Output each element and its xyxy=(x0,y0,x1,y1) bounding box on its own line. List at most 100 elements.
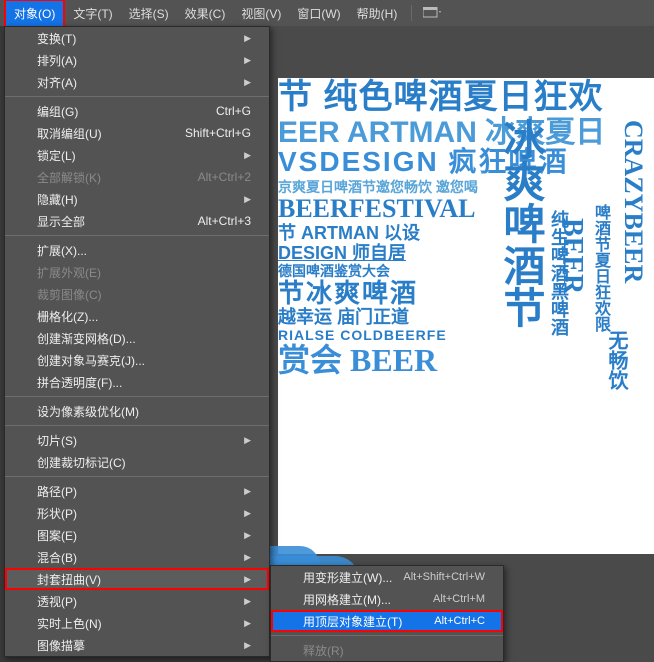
menu-item[interactable]: 设为像素级优化(M) xyxy=(5,400,269,422)
menu-separator xyxy=(5,96,269,97)
menu-item[interactable]: 透视(P) ▶ xyxy=(5,590,269,612)
workspace-picker-icon[interactable] xyxy=(422,6,442,20)
menu-item-label: 扩展外观(E) xyxy=(37,264,101,281)
menu-item[interactable]: 混合(B) ▶ xyxy=(5,546,269,568)
menu-item-label: 透视(P) xyxy=(37,593,77,610)
submenu-arrow-icon: ▶ xyxy=(244,596,251,607)
menu-item-label: 编组(G) xyxy=(37,103,78,120)
menu-item[interactable]: 栅格化(Z)... xyxy=(5,305,269,327)
menu-text[interactable]: 文字(T) xyxy=(65,1,120,26)
art-line: 节 纯色啤酒夏日狂欢 xyxy=(278,80,654,114)
menu-item-label: 形状(P) xyxy=(37,505,77,522)
submenu-arrow-icon: ▶ xyxy=(244,552,251,563)
art-vert: 无畅饮 xyxy=(606,330,626,390)
menu-item[interactable]: 扩展(X)... xyxy=(5,239,269,261)
menu-item-label: 扩展(X)... xyxy=(37,242,87,259)
menu-object[interactable]: 对象(O) xyxy=(4,0,65,28)
menu-item[interactable]: 变换(T)▶ xyxy=(5,27,269,49)
menu-item[interactable]: 取消编组(U)Shift+Ctrl+G xyxy=(5,122,269,144)
menu-view[interactable]: 视图(V) xyxy=(233,1,289,26)
menu-item[interactable]: 创建裁切标记(C) xyxy=(5,451,269,473)
menu-select[interactable]: 选择(S) xyxy=(121,1,177,26)
menu-item-shortcut: Shift+Ctrl+G xyxy=(185,126,251,140)
menu-item-label: 混合(B) xyxy=(37,549,77,566)
submenu-arrow-icon: ▶ xyxy=(244,33,251,44)
menu-item-label: 创建渐变网格(D)... xyxy=(37,330,136,347)
menu-item[interactable]: 拼合透明度(F)... xyxy=(5,371,269,393)
submenu-arrow-icon: ▶ xyxy=(244,77,251,88)
menu-item[interactable]: 排列(A)▶ xyxy=(5,49,269,71)
menu-item[interactable]: 隐藏(H)▶ xyxy=(5,188,269,210)
menu-item[interactable]: 实时上色(N) ▶ xyxy=(5,612,269,634)
submenu-arrow-icon: ▶ xyxy=(244,508,251,519)
object-menu-dropdown: 变换(T)▶排列(A)▶ 对齐(A) ▶ 编组(G) Ctrl+G 取消编组(U)Shif… xyxy=(4,26,270,657)
submenu-arrow-icon: ▶ xyxy=(244,435,251,446)
submenu-item-label: 用网格建立(M)... xyxy=(303,591,391,608)
menu-item[interactable]: 路径(P) ▶ xyxy=(5,480,269,502)
submenu-arrow-icon: ▶ xyxy=(244,530,251,541)
menu-item-label: 设为像素级优化(M) xyxy=(37,403,139,420)
artboard[interactable]: 节 纯色啤酒夏日狂欢 EER ARTMAN 冰爽夏日 VSDESIGN 疯狂啤酒… xyxy=(278,78,654,554)
menu-separator xyxy=(5,425,269,426)
art-line: 京爽夏日啤酒节邀您畅饮 邀您喝 xyxy=(278,180,654,194)
menu-item[interactable]: 形状(P) ▶ xyxy=(5,502,269,524)
art-vert: 纯生啤酒黑啤酒 xyxy=(550,210,568,336)
menu-window[interactable]: 窗口(W) xyxy=(289,1,348,26)
submenu-item[interactable]: 用网格建立(M)... Alt+Ctrl+M xyxy=(271,588,503,610)
menu-item[interactable]: 封套扭曲(V) ▶ xyxy=(5,568,269,590)
submenu-arrow-icon: ▶ xyxy=(244,640,251,651)
submenu-item[interactable]: 用变形建立(W)...Alt+Shift+Ctrl+W xyxy=(271,566,503,588)
menu-item-shortcut: Ctrl+G xyxy=(216,104,251,118)
menu-item-label: 拼合透明度(F)... xyxy=(37,374,122,391)
submenu-item-shortcut: Alt+Ctrl+C xyxy=(434,615,485,627)
menu-item-label: 栅格化(Z)... xyxy=(37,308,98,325)
art-line: 赏会 BEER xyxy=(278,344,654,376)
submenu-item[interactable]: 用顶层对象建立(T)Alt+Ctrl+C xyxy=(271,610,503,632)
menu-item[interactable]: 编组(G) Ctrl+G xyxy=(5,100,269,122)
menu-item-label: 对齐(A) xyxy=(37,74,77,91)
menu-help[interactable]: 帮助(H) xyxy=(349,1,406,26)
menu-item-label: 封套扭曲(V) xyxy=(37,571,101,588)
menu-item-label: 图像描摹 xyxy=(37,637,85,654)
menu-separator xyxy=(5,235,269,236)
menu-separator xyxy=(5,476,269,477)
menu-item[interactable]: 图像描摹 ▶ xyxy=(5,634,269,656)
submenu-arrow-icon: ▶ xyxy=(244,618,251,629)
menu-item-label: 显示全部 xyxy=(37,213,85,230)
submenu-arrow-icon: ▶ xyxy=(244,486,251,497)
submenu-arrow-icon: ▶ xyxy=(244,55,251,66)
menu-item[interactable]: 图案(E) ▶ xyxy=(5,524,269,546)
menu-item[interactable]: 创建渐变网格(D)... xyxy=(5,327,269,349)
menu-item-label: 创建裁切标记(C) xyxy=(37,454,126,471)
submenu-arrow-icon: ▶ xyxy=(244,194,251,205)
submenu-arrow-icon: ▶ xyxy=(244,150,251,161)
menu-item: 裁剪图像(C) xyxy=(5,283,269,305)
menu-item[interactable]: 显示全部 Alt+Ctrl+3 xyxy=(5,210,269,232)
submenu-item: 释放(R) xyxy=(271,639,503,661)
submenu-item-label: 用变形建立(W)... xyxy=(303,569,392,586)
submenu-item-label: 释放(R) xyxy=(303,642,344,659)
menu-item[interactable]: 切片(S) ▶ xyxy=(5,429,269,451)
art-line: EER ARTMAN 冰爽夏日 xyxy=(278,118,654,148)
menu-item-label: 路径(P) xyxy=(37,483,77,500)
menu-item-label: 全部解锁(K) xyxy=(37,169,101,186)
menu-item-label: 裁剪图像(C) xyxy=(37,286,102,303)
art-vert: 冰爽啤酒节 xyxy=(500,118,542,328)
menu-item-shortcut: Alt+Ctrl+2 xyxy=(198,170,251,184)
menu-item-shortcut: Alt+Ctrl+3 xyxy=(198,214,251,228)
menu-item[interactable]: 锁定(L) ▶ xyxy=(5,144,269,166)
art-vert: 啤酒节夏日狂欢限 xyxy=(592,204,608,332)
artwork-text-collage: 节 纯色啤酒夏日狂欢 EER ARTMAN 冰爽夏日 VSDESIGN 疯狂啤酒… xyxy=(278,78,654,554)
menu-item[interactable]: 创建对象马赛克(J)... xyxy=(5,349,269,371)
menu-item-label: 实时上色(N) xyxy=(37,615,102,632)
menu-item-label: 锁定(L) xyxy=(37,147,76,164)
menu-item-label: 切片(S) xyxy=(37,432,77,449)
submenu-arrow-icon: ▶ xyxy=(244,574,251,585)
menu-item-label: 图案(E) xyxy=(37,527,77,544)
menu-effect[interactable]: 效果(C) xyxy=(177,1,234,26)
menu-separator xyxy=(5,396,269,397)
menubar: 对象(O) 文字(T) 选择(S) 效果(C) 视图(V) 窗口(W) 帮助(H… xyxy=(0,0,654,26)
submenu-item-shortcut: Alt+Ctrl+M xyxy=(433,593,485,605)
menu-item[interactable]: 对齐(A) ▶ xyxy=(5,71,269,93)
art-line: VSDESIGN 疯狂啤酒 xyxy=(278,148,654,176)
